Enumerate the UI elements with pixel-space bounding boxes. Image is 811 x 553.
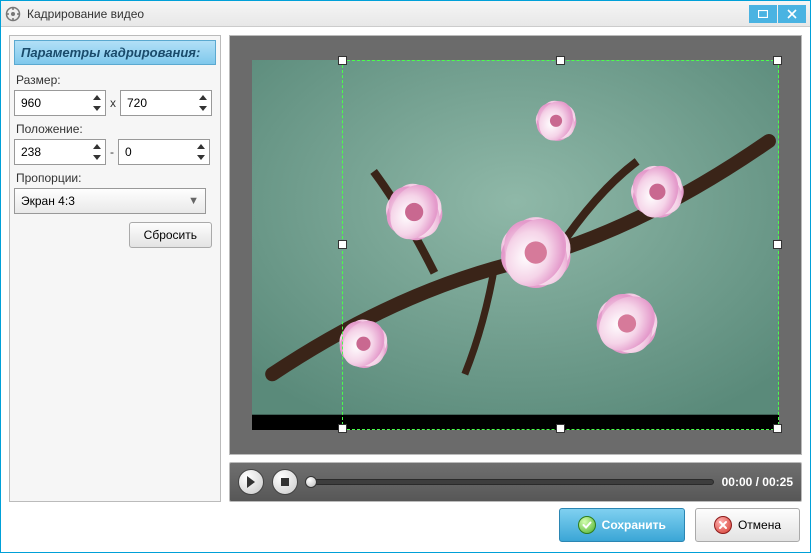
check-icon: [578, 516, 596, 534]
app-icon: [5, 6, 21, 22]
crop-handle-se[interactable]: [773, 424, 782, 433]
pos-y-down-button[interactable]: [194, 152, 208, 163]
main-row: Параметры кадрирования: Размер: x: [9, 35, 802, 502]
save-button-label: Сохранить: [602, 518, 666, 532]
height-spinner[interactable]: [120, 90, 212, 116]
height-up-button[interactable]: [196, 92, 210, 103]
maximize-button[interactable]: [749, 5, 777, 23]
crop-rectangle[interactable]: [342, 60, 779, 430]
pos-x-spinner[interactable]: [14, 139, 106, 165]
params-panel: Параметры кадрирования: Размер: x: [9, 35, 221, 502]
seek-thumb[interactable]: [305, 476, 317, 488]
height-down-button[interactable]: [196, 103, 210, 114]
time-display: 00:00 / 00:25: [722, 475, 793, 489]
width-down-button[interactable]: [90, 103, 104, 114]
aspect-select[interactable]: Экран 4:3 ▼: [14, 188, 206, 214]
titlebar: Кадрирование видео: [1, 1, 810, 27]
size-separator: x: [110, 96, 116, 110]
size-row: x: [14, 90, 216, 116]
panel-header: Параметры кадрирования:: [14, 40, 216, 65]
pos-y-spinner[interactable]: [118, 139, 210, 165]
cancel-icon: [714, 516, 732, 534]
crop-handle-s[interactable]: [556, 424, 565, 433]
crop-handle-e[interactable]: [773, 240, 782, 249]
crop-handle-sw[interactable]: [338, 424, 347, 433]
aspect-label: Пропорции:: [16, 171, 214, 185]
window-buttons: [748, 5, 806, 23]
close-button[interactable]: [778, 5, 806, 23]
cancel-button-label: Отмена: [738, 518, 781, 532]
aspect-value: Экран 4:3: [21, 194, 188, 208]
position-label: Положение:: [16, 122, 214, 136]
stop-icon: [280, 477, 290, 487]
width-up-button[interactable]: [90, 92, 104, 103]
reset-button[interactable]: Сбросить: [129, 222, 212, 248]
dialog-footer: Сохранить Отмена: [9, 508, 802, 544]
save-button[interactable]: Сохранить: [559, 508, 685, 542]
size-label: Размер:: [16, 73, 214, 87]
preview-column: 00:00 / 00:25: [229, 35, 802, 502]
crop-handle-nw[interactable]: [338, 56, 347, 65]
width-spinner[interactable]: [14, 90, 106, 116]
chevron-down-icon: ▼: [188, 195, 199, 207]
pos-x-down-button[interactable]: [90, 152, 104, 163]
stop-button[interactable]: [272, 469, 298, 495]
crop-dialog: Кадрирование видео Параметры кадрировани…: [0, 0, 811, 553]
cancel-button[interactable]: Отмена: [695, 508, 800, 542]
video-preview[interactable]: [229, 35, 802, 455]
pos-x-up-button[interactable]: [90, 141, 104, 152]
dialog-body: Параметры кадрирования: Размер: x: [1, 27, 810, 552]
play-button[interactable]: [238, 469, 264, 495]
position-separator: -: [110, 145, 114, 159]
position-row: -: [14, 139, 216, 165]
play-icon: [246, 476, 256, 488]
crop-handle-n[interactable]: [556, 56, 565, 65]
pos-y-up-button[interactable]: [194, 141, 208, 152]
reset-button-label: Сбросить: [144, 228, 197, 242]
seek-track[interactable]: [306, 479, 714, 485]
crop-handle-ne[interactable]: [773, 56, 782, 65]
crop-handle-w[interactable]: [338, 240, 347, 249]
window-title: Кадрирование видео: [27, 7, 748, 21]
player-controls: 00:00 / 00:25: [229, 462, 802, 502]
